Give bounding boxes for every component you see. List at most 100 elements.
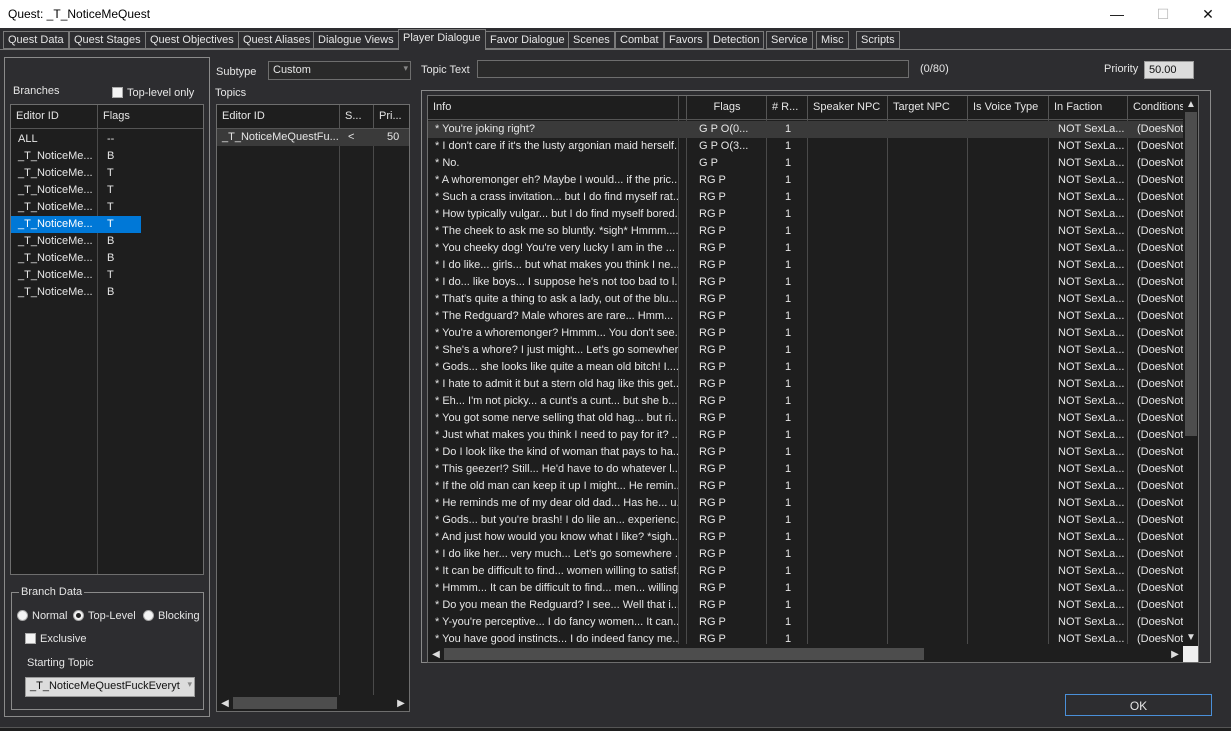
info-row[interactable]: * That's quite a thing to ask a lady, ou… bbox=[428, 291, 1183, 308]
info-hscrollbar[interactable]: ◀ ▶ bbox=[428, 646, 1183, 662]
branch-row[interactable]: _T_NoticeMe... T bbox=[11, 182, 141, 199]
branch-row[interactable]: _T_NoticeMe... T bbox=[11, 267, 141, 284]
info-row[interactable]: * You cheeky dog! You're very lucky I am… bbox=[428, 240, 1183, 257]
branch-row[interactable]: _T_NoticeMe... B bbox=[11, 250, 141, 267]
tab-quest-objectives[interactable]: Quest Objectives bbox=[145, 31, 239, 49]
info-vscrollbar[interactable]: ▲ ▼ bbox=[1183, 96, 1198, 645]
scroll-up-icon[interactable]: ▲ bbox=[1183, 96, 1198, 112]
info-row[interactable]: * Do I look like the kind of woman that … bbox=[428, 444, 1183, 461]
tab-misc[interactable]: Misc bbox=[816, 31, 849, 49]
info-col-is-voice-type[interactable]: Is Voice Type bbox=[968, 96, 1049, 120]
branch-row[interactable]: ALL -- bbox=[11, 131, 141, 148]
tab-quest-data[interactable]: Quest Data bbox=[3, 31, 69, 49]
tab-favor-dialogue[interactable]: Favor Dialogue bbox=[485, 31, 570, 49]
info-row[interactable]: * I do... like boys... I suppose he's no… bbox=[428, 274, 1183, 291]
topic-row[interactable]: _T_NoticeMeQuestFu... < 50 bbox=[217, 129, 409, 146]
priority-input[interactable]: 50.00 bbox=[1144, 61, 1194, 79]
tab-quest-aliases[interactable]: Quest Aliases bbox=[238, 31, 316, 49]
scroll-left-icon[interactable]: ◀ bbox=[217, 695, 233, 711]
info-col-speaker-npc[interactable]: Speaker NPC bbox=[808, 96, 888, 120]
info-row[interactable]: * You're joking right? G P O(0... 1 NOT Sex… bbox=[428, 121, 1183, 138]
normal-radio[interactable] bbox=[17, 610, 28, 621]
info-row[interactable]: * The cheek to ask me so bluntly. *sigh*… bbox=[428, 223, 1183, 240]
scroll-down-icon[interactable]: ▼ bbox=[1183, 629, 1198, 645]
branches-col-editor-id[interactable]: Editor ID bbox=[11, 105, 98, 129]
tab-player-dialogue[interactable]: Player Dialogue bbox=[398, 29, 486, 50]
topic-text-input[interactable] bbox=[477, 60, 909, 78]
tab-detection[interactable]: Detection bbox=[708, 31, 765, 49]
info-list[interactable]: Info Flags # R... Speaker NPC Target NPC… bbox=[427, 95, 1199, 663]
branch-row[interactable]: _T_NoticeMe... T bbox=[11, 199, 141, 216]
info-row[interactable]: * The Redguard? Male whores are rare... … bbox=[428, 308, 1183, 325]
toplevel-only-checkbox[interactable] bbox=[112, 87, 123, 98]
tab-favors[interactable]: Favors bbox=[664, 31, 708, 49]
info-col-info[interactable]: Info bbox=[428, 96, 679, 120]
branch-row[interactable]: _T_NoticeMe... B bbox=[11, 148, 141, 165]
info-conditions: (DoesNot bbox=[1137, 361, 1184, 373]
info-row[interactable]: * How typically vulgar... but I do find … bbox=[428, 206, 1183, 223]
info-conditions: (DoesNot bbox=[1137, 344, 1184, 356]
tab-combat[interactable]: Combat bbox=[615, 31, 664, 49]
info-row[interactable]: * You got some nerve selling that old ha… bbox=[428, 410, 1183, 427]
branches-col-flags[interactable]: Flags bbox=[98, 105, 203, 129]
info-row[interactable]: * A whoremonger eh? Maybe I would... if … bbox=[428, 172, 1183, 189]
scroll-right-icon[interactable]: ▶ bbox=[393, 695, 409, 711]
tab-dialogue-views[interactable]: Dialogue Views bbox=[313, 31, 399, 49]
close-button[interactable]: ✕ bbox=[1185, 0, 1231, 28]
branch-row[interactable]: _T_NoticeMe... B bbox=[11, 284, 141, 301]
scroll-right-icon[interactable]: ▶ bbox=[1167, 646, 1183, 662]
topics-hscrollbar[interactable]: ◀ ▶ bbox=[217, 695, 409, 711]
topics-col-s[interactable]: S... bbox=[340, 105, 374, 129]
info-row[interactable]: * Y-you're perceptive... I do fancy wome… bbox=[428, 614, 1183, 631]
info-col-conditions[interactable]: Conditions bbox=[1128, 96, 1184, 120]
exclusive-checkbox[interactable] bbox=[25, 633, 36, 644]
info-row[interactable]: * Such a crass invitation... but I do fi… bbox=[428, 189, 1183, 206]
info-row[interactable]: * No. G P 1 NOT SexLa... (DoesNot bbox=[428, 155, 1183, 172]
info-row[interactable]: * She's a whore? I just might... Let's g… bbox=[428, 342, 1183, 359]
branch-flags: T bbox=[107, 269, 114, 281]
info-row[interactable]: * If the old man can keep it up I might.… bbox=[428, 478, 1183, 495]
info-row[interactable]: * I do like... girls... but what makes y… bbox=[428, 257, 1183, 274]
info-row[interactable]: * Hmmm... It can be difficult to find...… bbox=[428, 580, 1183, 597]
tab-scripts[interactable]: Scripts bbox=[856, 31, 900, 49]
info-row[interactable]: * He reminds me of my dear old dad... Ha… bbox=[428, 495, 1183, 512]
minimize-button[interactable]: — bbox=[1094, 0, 1140, 28]
branch-row[interactable]: _T_NoticeMe... T bbox=[11, 216, 141, 233]
tab-quest-stages[interactable]: Quest Stages bbox=[69, 31, 146, 49]
info-col-flags[interactable]: Flags bbox=[687, 96, 767, 120]
info-hscroll-thumb[interactable] bbox=[444, 648, 924, 660]
top-level-radio[interactable] bbox=[73, 610, 84, 621]
info-row[interactable]: * Just what makes you think I need to pa… bbox=[428, 427, 1183, 444]
topics-list[interactable]: Editor ID S... Pri... _T_NoticeMeQuestFu… bbox=[216, 104, 410, 712]
subtype-select[interactable]: Custom ▾ bbox=[268, 61, 411, 80]
ok-button[interactable]: OK bbox=[1065, 694, 1212, 716]
info-col-responses[interactable]: # R... bbox=[767, 96, 808, 120]
info-row[interactable]: * Do you mean the Redguard? I see... Wel… bbox=[428, 597, 1183, 614]
info-row[interactable]: * Gods... she looks like quite a mean ol… bbox=[428, 359, 1183, 376]
info-row[interactable]: * I do like her... very much... Let's go… bbox=[428, 546, 1183, 563]
info-vscroll-thumb[interactable] bbox=[1185, 112, 1197, 436]
info-row[interactable]: * Eh... I'm not picky... a cunt's a cunt… bbox=[428, 393, 1183, 410]
branch-row[interactable]: _T_NoticeMe... T bbox=[11, 165, 141, 182]
topics-col-priority[interactable]: Pri... bbox=[374, 105, 409, 129]
info-row[interactable]: * And just how would you know what I lik… bbox=[428, 529, 1183, 546]
scroll-left-icon[interactable]: ◀ bbox=[428, 646, 444, 662]
maximize-button[interactable]: ☐ bbox=[1140, 0, 1186, 28]
info-row[interactable]: * This geezer!? Still... He'd have to do… bbox=[428, 461, 1183, 478]
info-row[interactable]: * It can be difficult to find... women w… bbox=[428, 563, 1183, 580]
info-conditions: (DoesNot bbox=[1137, 259, 1184, 271]
blocking-radio[interactable] bbox=[143, 610, 154, 621]
branch-row[interactable]: _T_NoticeMe... B bbox=[11, 233, 141, 250]
topics-hscroll-thumb[interactable] bbox=[233, 697, 337, 709]
topics-col-editor-id[interactable]: Editor ID bbox=[217, 105, 340, 129]
info-row[interactable]: * Gods... but you're brash! I do lile an… bbox=[428, 512, 1183, 529]
info-row[interactable]: * I hate to admit it but a stern old hag… bbox=[428, 376, 1183, 393]
branches-list[interactable]: Editor ID Flags ALL -- _T_NoticeMe... B _T_N… bbox=[10, 104, 204, 575]
info-col-target-npc[interactable]: Target NPC bbox=[888, 96, 968, 120]
info-col-in-faction[interactable]: In Faction bbox=[1049, 96, 1128, 120]
starting-topic-select[interactable]: _T_NoticeMeQuestFuckEveryt ▾ bbox=[25, 677, 195, 697]
tab-scenes[interactable]: Scenes bbox=[568, 31, 615, 49]
info-row[interactable]: * You're a whoremonger? Hmmm... You don'… bbox=[428, 325, 1183, 342]
tab-service[interactable]: Service bbox=[766, 31, 813, 49]
info-row[interactable]: * I don't care if it's the lusty argonia… bbox=[428, 138, 1183, 155]
